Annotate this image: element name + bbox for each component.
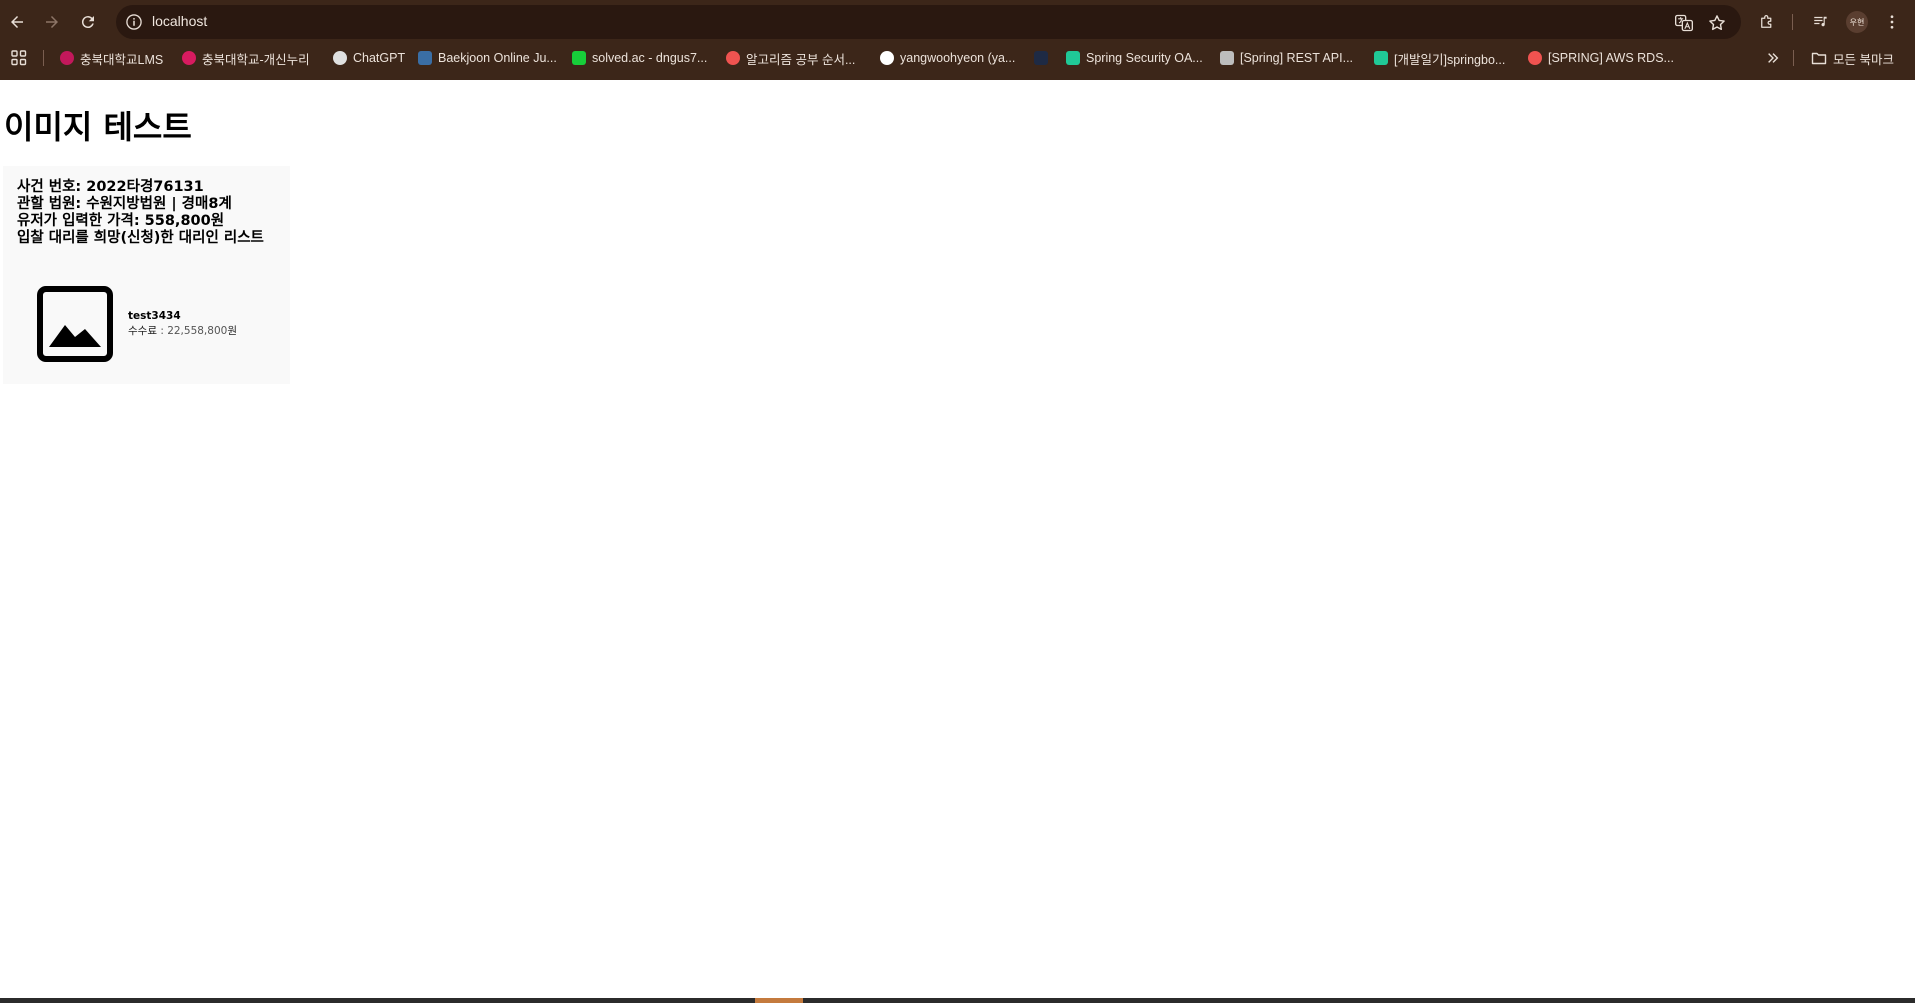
shield-favicon-icon [60,51,74,65]
baekjoon-favicon-icon [418,51,432,65]
bookmark-label: [SPRING] AWS RDS... [1548,51,1674,65]
bookmarks-apps-divider [43,50,44,66]
address-bar[interactable]: localhost [116,5,1741,39]
chatgpt-favicon-icon [333,51,347,65]
taskbar-strip [0,998,1915,1003]
bookmark-label: Spring Security OA... [1086,51,1203,65]
site-info-icon[interactable] [124,12,144,32]
url-text: localhost [152,13,208,29]
apps-grid-icon [11,50,27,66]
arrow-left-icon [11,16,23,28]
bookmark-item[interactable]: [SPRING] AWS RDS... [1528,49,1674,67]
bookmarks-bar: 충북대학교LMS 충북대학교-개신누리 ChatGPT Baekjoon Onl… [0,46,1915,70]
fee-value: : 22,558,800 [156,325,228,337]
bookmark-label: [Spring] REST API... [1240,51,1354,65]
fee-unit: 원 [227,325,237,337]
tistory-favicon-icon [726,51,740,65]
bookmark-item[interactable]: solved.ac - dngus7... [572,49,707,67]
bookmark-item[interactable]: Baekjoon Online Ju... [418,49,557,67]
translate-icon[interactable] [1674,13,1694,33]
extensions-button[interactable] [1756,11,1778,33]
bookmark-item[interactable]: [개발일기]springbo... [1374,49,1505,67]
bookmark-label: [개발일기]springbo... [1394,52,1506,67]
agent-fee: 수수료 : 22,558,800원 [128,323,237,338]
image-placeholder-icon [37,286,113,362]
solvedac-favicon-icon [572,51,586,65]
velog-favicon-icon [1066,51,1080,65]
bird-favicon-icon [1034,51,1048,65]
toolbar-divider [1792,14,1793,30]
back-button[interactable] [5,10,29,34]
bookmark-label: 충북대학교-개신누리 [202,52,310,67]
all-bookmarks-label: 모든 북마크 [1833,52,1894,67]
media-controls-button[interactable] [1810,11,1832,33]
github-favicon-icon [880,51,894,65]
browser-toolbar: localhost 우현 [0,0,1915,44]
arrow-right-icon [46,16,58,28]
bookmark-item[interactable]: 충북대학교-개신누리 [182,49,310,67]
agent-list-heading: 입찰 대리를 희망(신청)한 대리인 리스트 [17,230,264,246]
browser-menu-button[interactable] [1881,11,1903,33]
profile-avatar[interactable]: 우현 [1846,11,1868,33]
bookmark-item[interactable]: 충북대학교LMS [60,49,163,67]
case-card: 사건 번호: 2022타경76131 관할 법원: 수원지방법원 | 경매8계 … [3,166,290,384]
bookmarks-divider [1793,50,1794,66]
circle-favicon-icon [182,51,196,65]
fee-label: 수수료 [128,325,157,337]
taskbar-active-indicator [755,998,803,1003]
layers-favicon-icon [1220,51,1234,65]
reload-icon [81,16,94,29]
bookmark-label: 알고리즘 공부 순서... [746,52,856,67]
bookmark-star-icon[interactable] [1707,13,1727,33]
tistory-favicon-icon [1528,51,1542,65]
all-bookmarks-button[interactable]: 모든 북마크 [1811,49,1894,67]
bookmark-item[interactable]: ChatGPT [333,49,405,67]
bookmark-label: ChatGPT [353,51,406,65]
folder-icon [1811,52,1827,65]
more-vertical-icon [1890,15,1894,29]
bookmark-label: Baekjoon Online Ju... [438,51,557,65]
bookmark-item[interactable]: Spring Security OA... [1066,49,1203,67]
browser-chrome: localhost 우현 충북대학교LMS 충북대학교-개신누리 ChatGPT… [0,0,1915,80]
page-title: 이미지 테스트 [4,108,192,146]
user-price: 유저가 입력한 가격: 558,800원 [17,213,225,229]
bookmark-item[interactable]: [Spring] REST API... [1220,49,1353,67]
bookmark-item[interactable]: 알고리즘 공부 순서... [726,49,855,67]
playlist-icon [1814,16,1827,27]
bookmarks-overflow-button[interactable] [1766,49,1780,67]
forward-button[interactable] [40,10,64,34]
bookmark-label: 충북대학교LMS [80,52,164,67]
apps-button[interactable] [11,49,27,67]
case-number: 사건 번호: 2022타경76131 [17,179,204,195]
bookmark-item[interactable]: yangwoohyeon (ya... [880,49,1015,67]
puzzle-icon [1761,15,1772,28]
bookmark-item[interactable] [1034,49,1054,67]
bookmark-label: solved.ac - dngus7... [592,51,708,65]
court-info: 관할 법원: 수원지방법원 | 경매8계 [17,196,232,212]
double-chevron-right-icon [1768,53,1779,63]
reload-button[interactable] [76,10,100,34]
velog-favicon-icon [1374,51,1388,65]
agent-name: test3434 [128,310,181,322]
bookmark-label: yangwoohyeon (ya... [900,51,1016,65]
